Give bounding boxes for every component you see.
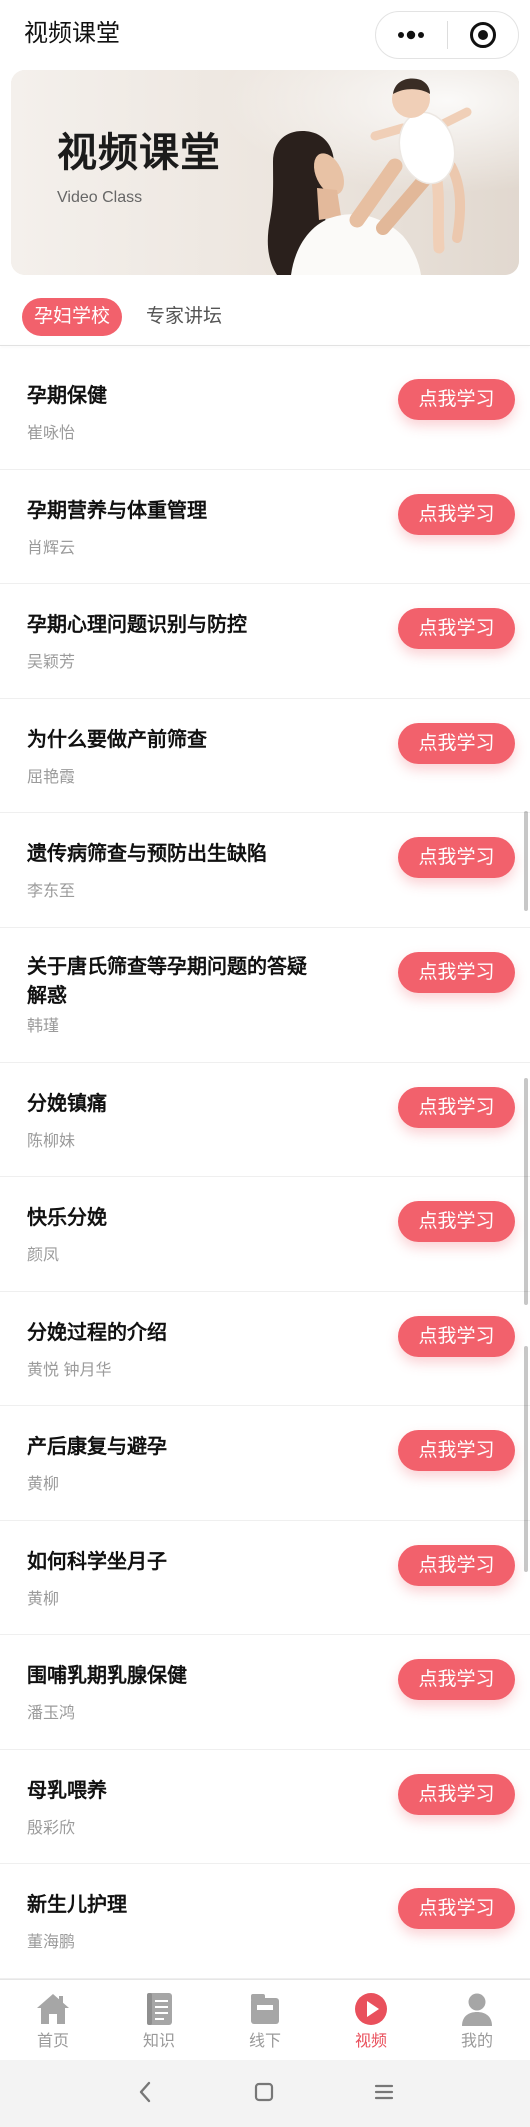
- course-lecturer: 黄柳: [27, 1476, 60, 1493]
- tabbar-label: 知识: [142, 2033, 175, 2050]
- tabbar-label: 视频: [354, 2033, 387, 2050]
- course-item: 分娩过程的介绍 黄悦 钟月华 点我学习: [0, 1292, 530, 1406]
- scrollbar-thumb[interactable]: [524, 811, 528, 911]
- course-lecturer: 颜凤: [27, 1247, 60, 1264]
- tabs-divider: [0, 345, 530, 346]
- learn-button[interactable]: 点我学习: [398, 1201, 515, 1242]
- more-menu-button[interactable]: [376, 12, 447, 58]
- course-title: 关于唐氏筛查等孕期问题的答疑解惑: [27, 955, 307, 1007]
- course-title: 围哺乳期乳腺保健: [27, 1665, 187, 1687]
- learn-button[interactable]: 点我学习: [398, 608, 515, 649]
- course-title: 新生儿护理: [27, 1894, 127, 1916]
- course-item: 孕期营养与体重管理 肖辉云 点我学习: [0, 470, 530, 584]
- course-lecturer: 李东至: [27, 883, 76, 900]
- video-icon: [355, 1993, 387, 2025]
- tabbar-item-knowledge[interactable]: 知识: [106, 1980, 212, 2060]
- tab-pregnancy-school[interactable]: 孕妇学校: [22, 298, 122, 336]
- mini-program-capsule: [375, 11, 519, 59]
- learn-button[interactable]: 点我学习: [398, 1430, 515, 1471]
- course-lecturer: 黄柳: [27, 1590, 60, 1608]
- course-lecturer: 肖辉云: [27, 539, 76, 557]
- more-dots-icon: [398, 30, 425, 40]
- course-item: 为什么要做产前筛查 屈艳霞 点我学习: [0, 699, 530, 813]
- tabbar-label: 线下: [248, 2033, 281, 2050]
- learn-button[interactable]: 点我学习: [398, 379, 515, 420]
- learn-button[interactable]: 点我学习: [398, 493, 515, 535]
- tabbar-item-offline[interactable]: 线下: [212, 1980, 318, 2060]
- course-item: 快乐分娩 颜凤 点我学习: [0, 1177, 530, 1292]
- top-bar: 视频课堂: [0, 0, 530, 68]
- tabbar-label: 我的: [460, 2033, 493, 2050]
- course-title: 孕期心理问题识别与防控: [27, 614, 247, 636]
- course-item: 遗传病筛查与预防出生缺陷 李东至 点我学习: [0, 813, 530, 928]
- course-item: 围哺乳期乳腺保健 潘玉鸿 点我学习: [0, 1635, 530, 1750]
- home-square-icon[interactable]: [250, 2078, 278, 2106]
- profile-icon: [462, 1993, 492, 2026]
- course-item: 母乳喂养 殷彩欣 点我学习: [0, 1750, 530, 1864]
- learn-button[interactable]: 点我学习: [398, 837, 515, 878]
- learn-button[interactable]: 点我学习: [398, 1544, 515, 1586]
- tabbar-label: 首页: [36, 2033, 69, 2050]
- course-lecturer: 屈艳霞: [27, 768, 76, 786]
- course-item: 新生儿护理 董海鹏 点我学习: [0, 1864, 530, 1979]
- tabbar-item-video[interactable]: 视频: [318, 1980, 424, 2060]
- course-lecturer: 董海鹏: [27, 1934, 76, 1951]
- course-title: 如何科学坐月子: [27, 1550, 167, 1573]
- page-title: 视频课堂: [24, 20, 120, 47]
- course-title: 分娩镇痛: [27, 1092, 107, 1115]
- course-item: 关于唐氏筛查等孕期问题的答疑解惑 韩瑾 点我学习: [0, 928, 530, 1063]
- scrollbar-thumb[interactable]: [524, 1078, 528, 1305]
- course-list: 孕期保健 崔咏怡 点我学习 孕期营养与体重管理 肖辉云 点我学习 孕期心理问题识…: [0, 355, 530, 1979]
- course-lecturer: 吴颖芳: [27, 654, 76, 671]
- target-circle-icon: [469, 22, 496, 48]
- banner-title: 视频课堂: [57, 131, 221, 175]
- course-title: 孕期保健: [27, 385, 107, 407]
- course-item: 产后康复与避孕 黄柳 点我学习: [0, 1406, 530, 1521]
- course-title: 快乐分娩: [27, 1207, 107, 1229]
- course-lecturer: 韩瑾: [27, 1017, 60, 1035]
- hero-banner: 视频课堂 Video Class: [11, 70, 519, 275]
- tabbar-item-home[interactable]: 首页: [0, 1980, 106, 2060]
- course-title: 分娩过程的介绍: [27, 1321, 167, 1344]
- learn-button[interactable]: 点我学习: [398, 1086, 515, 1128]
- learn-button[interactable]: 点我学习: [398, 722, 515, 764]
- course-item: 如何科学坐月子 黄柳 点我学习: [0, 1521, 530, 1635]
- knowledge-icon: [147, 1993, 172, 2025]
- course-title: 产后康复与避孕: [27, 1436, 167, 1458]
- tab-expert-forum[interactable]: 专家讲坛: [146, 298, 222, 336]
- course-lecturer: 殷彩欣: [27, 1819, 76, 1837]
- course-title: 遗传病筛查与预防出生缺陷: [27, 843, 267, 865]
- bottom-tab-bar: 首页 知识 线下 视频 我的: [0, 1979, 530, 2060]
- course-title: 母乳喂养: [27, 1779, 107, 1802]
- offline-icon: [251, 1994, 279, 2024]
- learn-button[interactable]: 点我学习: [398, 1659, 515, 1700]
- system-nav-bar: [0, 2060, 530, 2127]
- course-title: 为什么要做产前筛查: [27, 728, 207, 751]
- course-title: 孕期营养与体重管理: [27, 499, 207, 522]
- banner-subtitle: Video Class: [57, 189, 143, 206]
- learn-button[interactable]: 点我学习: [398, 1773, 515, 1815]
- course-item: 分娩镇痛 陈柳妹 点我学习: [0, 1063, 530, 1177]
- scrollbar-thumb[interactable]: [524, 1346, 528, 1572]
- menu-icon[interactable]: [370, 2078, 398, 2106]
- learn-button[interactable]: 点我学习: [398, 1315, 515, 1357]
- course-item: 孕期保健 崔咏怡 点我学习: [0, 355, 530, 470]
- course-lecturer: 黄悦 钟月华: [27, 1361, 112, 1379]
- course-item: 孕期心理问题识别与防控 吴颖芳 点我学习: [0, 584, 530, 699]
- home-icon: [37, 1994, 69, 2024]
- course-lecturer: 陈柳妹: [27, 1132, 76, 1150]
- back-icon[interactable]: [132, 2078, 160, 2106]
- course-lecturer: 潘玉鸿: [27, 1705, 76, 1722]
- learn-button[interactable]: 点我学习: [398, 951, 515, 993]
- close-miniprogram-button[interactable]: [448, 12, 519, 58]
- course-lecturer: 崔咏怡: [27, 425, 76, 442]
- learn-button[interactable]: 点我学习: [398, 1888, 515, 1929]
- tabbar-item-profile[interactable]: 我的: [424, 1980, 530, 2060]
